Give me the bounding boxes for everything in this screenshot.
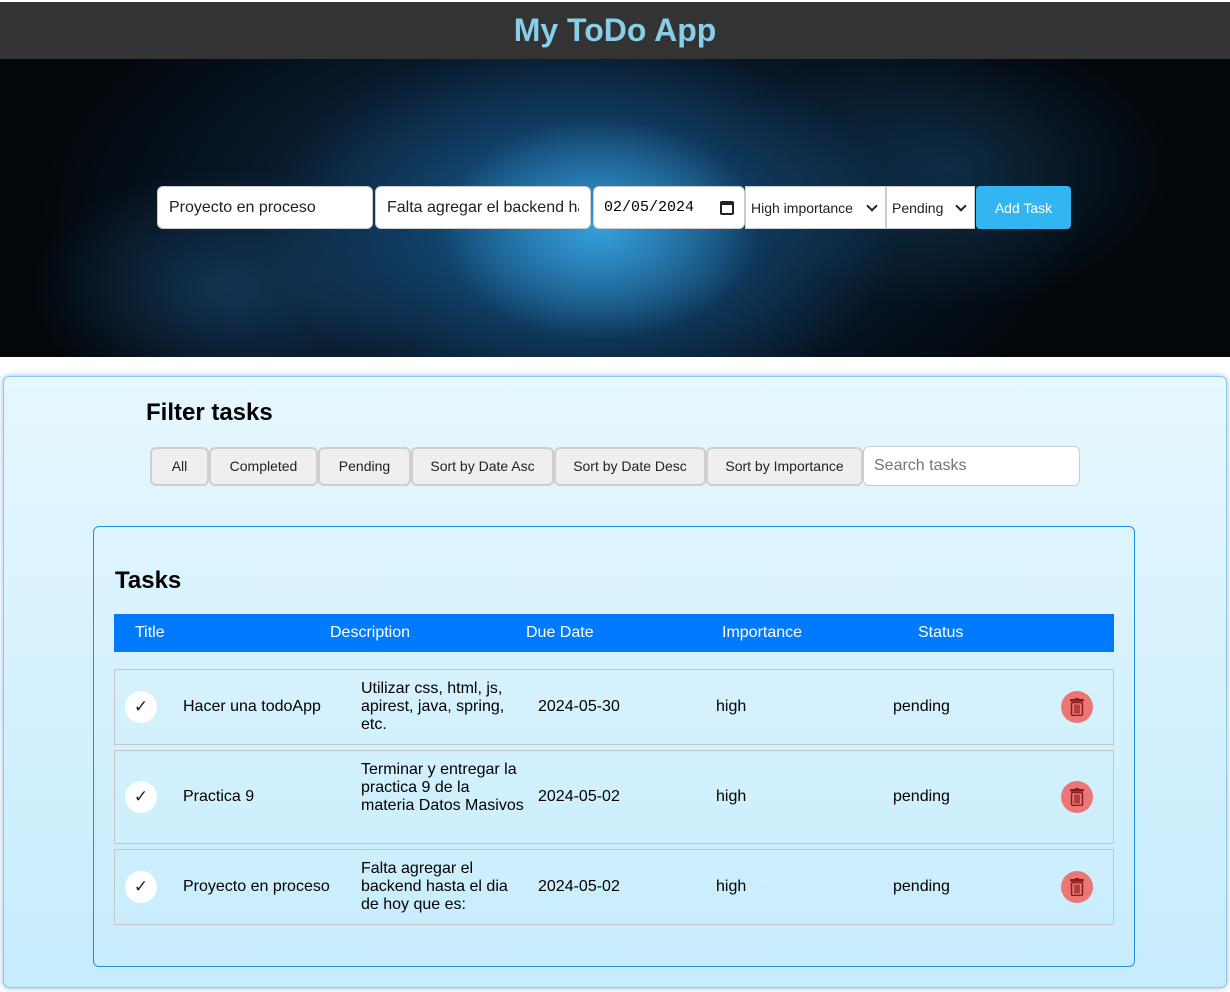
hero-banner: 02/05/2024 High importance Pending Add T… (0, 59, 1230, 357)
importance-select[interactable]: High importance (745, 186, 886, 229)
tasks-card: Tasks Title Description Due Date Importa… (93, 526, 1135, 967)
task-description: Falta agregar el backend hasta el dia de… (361, 860, 508, 913)
filter-all-button[interactable]: All (150, 446, 209, 486)
chevron-down-icon (866, 199, 878, 212)
due-date-value: 02/05/2024 (604, 199, 695, 216)
trash-icon (1070, 698, 1084, 716)
task-due-date: 2024-05-02 (538, 788, 620, 805)
chevron-down-icon (955, 199, 967, 212)
column-status: Status (918, 624, 964, 641)
sort-date-asc-button[interactable]: Sort by Date Asc (411, 446, 554, 486)
task-importance: high (716, 878, 747, 895)
task-description-input[interactable] (375, 186, 591, 229)
app-header: My ToDo App (0, 2, 1230, 59)
table-row: ✓ Hacer una todoApp Utilizar css, html, … (114, 669, 1114, 745)
filter-pending-button[interactable]: Pending (318, 446, 411, 486)
task-title-input[interactable] (157, 186, 373, 229)
trash-icon (1070, 878, 1084, 896)
due-date-input[interactable]: 02/05/2024 (593, 186, 745, 229)
check-icon[interactable]: ✓ (125, 781, 157, 813)
delete-button[interactable] (1061, 871, 1093, 903)
status-selected-value: Pending (892, 199, 944, 216)
column-description: Description (330, 624, 411, 641)
task-title: Practica 9 (183, 788, 255, 805)
task-description: Utilizar css, html, js, apirest, java, s… (361, 680, 505, 733)
check-icon[interactable]: ✓ (125, 871, 157, 903)
table-row: ✓ Proyecto en proceso Falta agregar el b… (114, 849, 1114, 925)
delete-button[interactable] (1061, 691, 1093, 723)
column-importance: Importance (722, 624, 803, 641)
task-title: Hacer una todoApp (183, 698, 321, 715)
status-select[interactable]: Pending (886, 186, 975, 229)
filter-bar: All Completed Pending Sort by Date Asc S… (150, 446, 1080, 486)
task-status: pending (893, 788, 950, 805)
app-title: My ToDo App (513, 12, 717, 48)
task-title: Proyecto en proceso (183, 878, 330, 895)
filter-completed-button[interactable]: Completed (209, 446, 318, 486)
check-icon[interactable]: ✓ (125, 691, 157, 723)
importance-selected-value: High importance (751, 199, 853, 216)
tasks-heading: Tasks (115, 567, 182, 594)
task-description: Terminar y entregar la practica 9 de la … (361, 761, 524, 814)
table-header: Title Description Due Date Importance St… (114, 614, 1114, 652)
column-due-date: Due Date (526, 624, 594, 641)
column-title: Title (135, 624, 165, 641)
task-status: pending (893, 878, 950, 895)
filter-heading: Filter tasks (146, 399, 273, 426)
sort-importance-button[interactable]: Sort by Importance (706, 446, 863, 486)
trash-icon (1070, 788, 1084, 806)
search-placeholder: Search tasks (874, 457, 967, 474)
task-due-date: 2024-05-30 (538, 698, 620, 715)
search-input[interactable]: Search tasks (863, 446, 1080, 486)
delete-button[interactable] (1061, 781, 1093, 813)
task-status: pending (893, 698, 950, 715)
calendar-icon[interactable] (720, 200, 734, 215)
task-importance: high (716, 788, 747, 805)
add-task-form: 02/05/2024 High importance Pending Add T… (157, 186, 1071, 229)
task-importance: high (716, 698, 747, 715)
task-due-date: 2024-05-02 (538, 878, 620, 895)
sort-date-desc-button[interactable]: Sort by Date Desc (554, 446, 706, 486)
add-task-button[interactable]: Add Task (976, 186, 1071, 229)
table-row: ✓ Practica 9 Terminar y entregar la prac… (114, 750, 1114, 844)
main-panel: Filter tasks All Completed Pending Sort … (3, 376, 1227, 988)
